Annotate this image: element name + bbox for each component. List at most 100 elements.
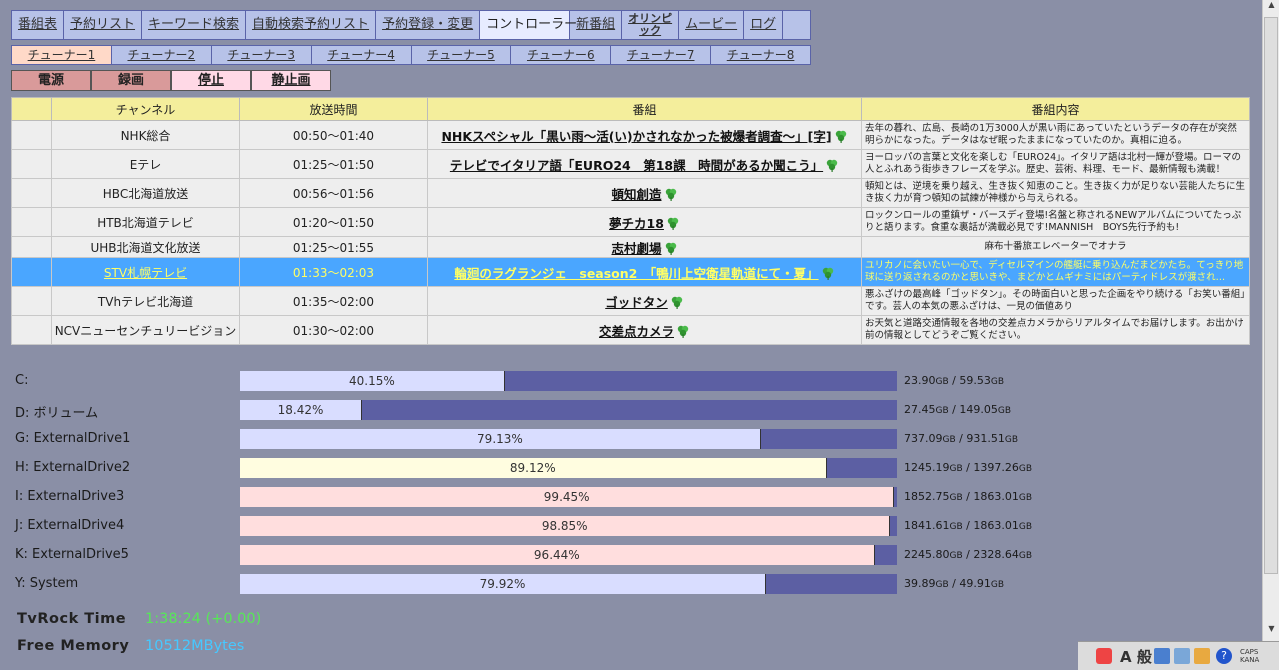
nav-new-programs[interactable]: 新番組 [570,11,623,39]
record-button[interactable]: 録画 [91,70,171,91]
drive-size-text: 39.89GB / 49.91GB [904,577,1004,590]
tvrock-time-label: TvRock Time [17,611,127,627]
row-marker [11,207,52,237]
nav-auto-search-list[interactable]: 自動検索予約リスト [246,11,377,39]
clover-icon[interactable] [666,216,680,230]
drive-usage-fill: 98.85% [240,516,891,536]
nav-reservation-edit[interactable]: 予約登録・変更 [376,11,481,39]
nav-olympic[interactable]: オリンピック [622,11,680,39]
tab-tuner-8[interactable]: チューナー8 [711,46,810,64]
drive-usage-bar: 79.92% [240,574,897,594]
clover-icon[interactable] [825,158,839,172]
program-title-link[interactable]: テレビでイタリア語「EURO24 第18課 時間があるか聞こう」 [450,158,823,173]
unit-label: GB [990,580,1005,590]
unit-label: GB [949,551,963,561]
pad-icon[interactable] [1194,648,1210,664]
description-cell: ヨーロッパの言葉と文化を楽しむ「EURO24」。イタリア語は北村一輝が登場。ロー… [861,149,1250,179]
program-cell: 夢チカ18 [427,207,862,237]
time-cell: 01:33〜02:03 [239,257,428,287]
clover-icon[interactable] [664,241,678,255]
drive-label: Y: System [15,576,79,591]
drive-usage-fill: 79.92% [240,574,767,594]
clover-icon[interactable] [834,129,848,143]
drive-label: J: ExternalDrive4 [15,518,125,533]
nav-controller[interactable]: コントローラー [480,11,577,39]
separator: / [962,461,974,474]
drive-total: 1863.01 [973,519,1019,532]
scroll-thumb[interactable] [1264,17,1278,574]
tab-tuner-5[interactable]: チューナー5 [412,46,512,64]
channel-cell: Eテレ [51,149,240,179]
nav-program-guide[interactable]: 番組表 [12,11,65,39]
free-memory-label: Free Memory [17,638,130,654]
tab-tuner-2[interactable]: チューナー2 [112,46,212,64]
still-image-button[interactable]: 静止画 [251,70,331,91]
clover-icon[interactable] [664,187,678,201]
header-program: 番組 [427,97,862,121]
nav-keyword-search[interactable]: キーワード検索 [142,11,247,39]
row-marker [11,257,52,287]
tab-tuner-1[interactable]: チューナー1 [12,46,112,64]
dictionary-icon[interactable] [1154,648,1170,664]
clover-icon[interactable] [670,295,684,309]
drive-label: D: ボリューム [15,406,99,421]
tuner-tabs: チューナー1 チューナー2 チューナー3 チューナー4 チューナー5 チューナー… [11,45,811,65]
table-header-row: チャンネル 放送時間 番組 番組内容 [11,97,1250,121]
scroll-down-icon[interactable]: ▼ [1264,624,1279,640]
program-title-link[interactable]: NHKスペシャル「黒い雨〜活(い)かされなかった被爆者調査〜」[字] [441,129,831,144]
drive-usage-fill: 18.42% [240,400,363,420]
power-button[interactable]: 電源 [11,70,91,91]
table-row[interactable]: NCVニューセンチュリービジョン 01:30〜02:00 交差点カメラ お天気と道路交… [11,315,1250,345]
unit-label: GB [990,377,1005,387]
table-row[interactable]: NHK総合 00:50〜01:40 NHKスペシャル「黒い雨〜活(い)かされなかった… [11,120,1250,150]
drive-row: K: ExternalDrive5 96.44% 2245.80GB / 2328.… [0,545,1100,565]
program-title-link[interactable]: 輪廻のラグランジェ season2 「鴨川上空衛星軌道にて・夏」 [454,266,818,281]
table-row[interactable]: TVhテレビ北海道 01:35〜02:00 ゴッドタン 悪ふざけの最高峰「ゴッドタン」… [11,286,1250,316]
scroll-up-icon[interactable]: ▲ [1264,0,1279,16]
channel-cell: STV札幌テレビ [51,257,240,287]
channel-cell: UHB北海道文化放送 [51,236,240,258]
nav-movie[interactable]: ムービー [679,11,745,39]
drive-used: 1852.75 [904,490,950,503]
clover-icon[interactable] [821,266,835,280]
tool-icon[interactable] [1174,648,1190,664]
channel-cell: TVhテレビ北海道 [51,286,240,316]
table-row[interactable]: Eテレ 01:25〜01:50 テレビでイタリア語「EURO24 第18課 時間があ… [11,149,1250,179]
program-title-link[interactable]: 志村劇場 [611,241,661,256]
nav-reservation-list[interactable]: 予約リスト [64,11,143,39]
ime-mode[interactable]: A 般 [1120,646,1152,667]
tab-tuner-3[interactable]: チューナー3 [212,46,312,64]
table-row[interactable]: STV札幌テレビ 01:33〜02:03 輪廻のラグランジェ season2 「鴨川… [11,257,1250,287]
table-row[interactable]: UHB北海道文化放送 01:25〜01:55 志村劇場 麻布十番旅エレベーターでオナラ [11,236,1250,258]
tvrock-time-value: 1:38:24 (+0.00) [145,611,262,627]
tab-tuner-6[interactable]: チューナー6 [511,46,612,64]
program-table: チャンネル 放送時間 番組 番組内容 NHK総合 00:50〜01:40 NHKスペ… [11,97,1250,345]
drive-label: K: ExternalDrive5 [15,547,129,562]
drive-size-text: 1245.19GB / 1397.26GB [904,461,1032,474]
tab-tuner-7[interactable]: チューナー7 [611,46,712,64]
nav-log[interactable]: ログ [744,11,784,39]
program-title-link[interactable]: ゴッドタン [605,295,668,310]
program-title-link[interactable]: 頓知創造 [611,187,661,202]
time-cell: 00:56〜01:56 [239,178,428,208]
tab-tuner-4[interactable]: チューナー4 [312,46,412,64]
drive-usage-bar: 98.85% [240,516,897,536]
table-row[interactable]: HTB北海道テレビ 01:20〜01:50 夢チカ18 ロックンロールの重鎮ザ・バース… [11,207,1250,237]
drive-row: G: ExternalDrive1 79.13% 737.09GB / 931.51… [0,429,1100,449]
vertical-scrollbar[interactable]: ▲ ▼ [1262,0,1279,641]
help-icon[interactable]: ? [1216,648,1232,664]
unit-label: GB [935,406,949,416]
program-title-link[interactable]: 交差点カメラ [599,324,674,339]
description-cell: 去年の暮れ、広島、長崎の1万3000人が黒い雨にあっていたというデータの存在が突… [861,120,1250,150]
ime-icon[interactable] [1096,648,1112,664]
stop-button[interactable]: 停止 [171,70,251,91]
drive-usage-bar: 79.13% [240,429,897,449]
drive-used: 737.09 [904,432,943,445]
clover-icon[interactable] [676,324,690,338]
drive-usage-bar: 40.15% [240,371,897,391]
table-row[interactable]: HBC北海道放送 00:56〜01:56 頓知創造 頓知とは、逆境を乗り越え、生き抜く… [11,178,1250,208]
unit-label: GB [935,377,949,387]
separator: / [948,577,960,590]
free-memory-value: 10512MBytes [145,638,245,654]
program-title-link[interactable]: 夢チカ18 [609,216,664,231]
